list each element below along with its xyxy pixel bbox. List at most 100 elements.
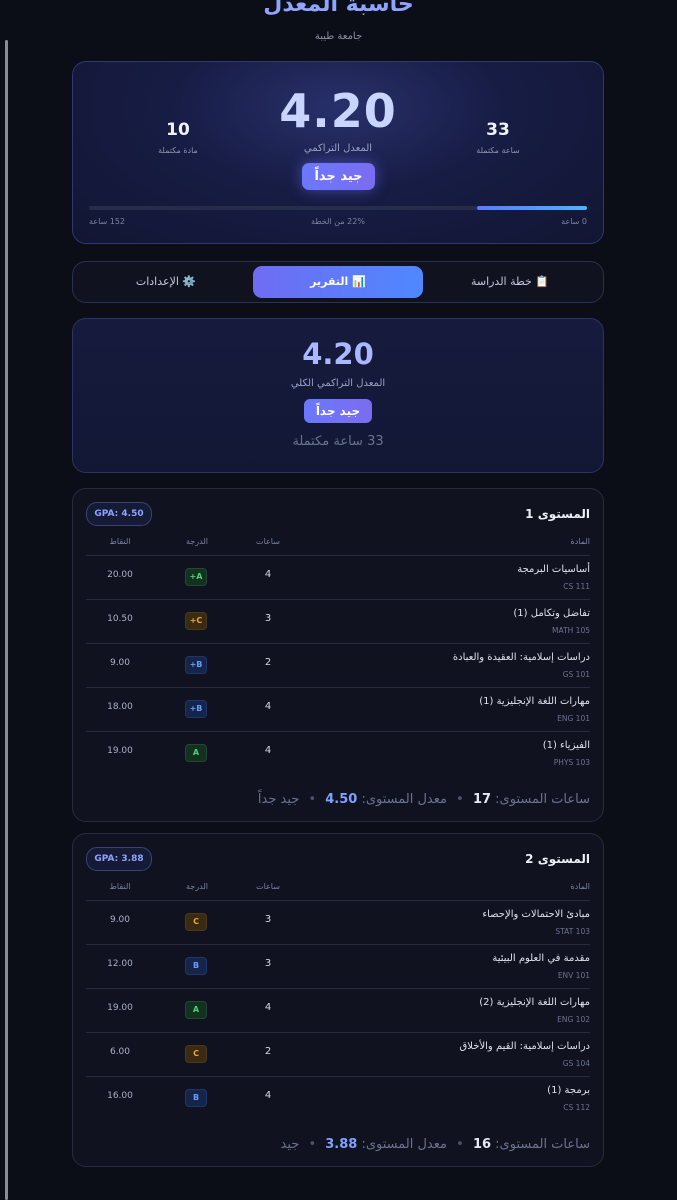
course-name: دراسات إسلامية: القيم والأخلاق [459,1041,590,1052]
course-hours: 4 [264,1002,272,1013]
table-row[interactable]: دراسات إسلامية: العقيدة والعبادة GS 101 … [86,643,590,688]
level-rating: جيد [280,1137,300,1152]
level-hours-value: 16 [472,1137,492,1152]
cumulative-gpa-value: 4.20 [279,84,397,138]
course-points: 16.00 [107,1091,133,1101]
progress-labels: 0 ساعة 22% من الخطة 152 ساعة [89,217,587,229]
table-row[interactable]: الفيزياء (1) PHYS 103 4 A 19.00 [86,731,590,775]
table-row[interactable]: مهارات اللغة الإنجليزية (1) ENG 101 4 B+… [86,687,590,732]
level-hours-value: 17 [472,792,492,807]
level-2-card: المستوى 2 GPA: 3.88 المادة ساعات الدرجة … [72,833,604,1167]
course-code: MATH 105 [552,626,590,635]
table-row[interactable]: برمجة (1) CS 112 4 B 16.00 [86,1076,590,1120]
grade-badge: B [185,957,207,975]
course-code: GS 104 [562,1059,590,1068]
grade-badge: B+ [185,656,207,674]
level-1-card: المستوى 1 GPA: 4.50 المادة ساعات الدرجة … [72,488,604,822]
level-footer: ساعات المستوى: 16 • معدل المستوى: 3.88 •… [86,1137,591,1152]
level-gpa-label: معدل المستوى: [361,1137,447,1152]
header-hours: ساعات [256,882,280,891]
table-row[interactable]: مقدمة في العلوم البيئية ENV 101 3 B 12.0… [86,944,590,989]
course-points: 12.00 [107,959,133,969]
grade-badge: C [185,913,207,931]
course-code: CS 111 [563,582,590,591]
header-grade: الدرجة [186,882,208,891]
course-hours: 2 [264,1046,272,1057]
course-hours: 4 [264,1090,272,1101]
header-points: النقاط [109,882,131,891]
course-hours: 2 [264,657,272,668]
course-hours: 4 [264,745,272,756]
course-name: برمجة (1) [547,1085,590,1096]
table-row[interactable]: مبادئ الاحتمالات والإحصاء STAT 103 3 C 9… [86,900,590,945]
level-hours-label: ساعات المستوى: [495,792,590,807]
course-points: 9.00 [109,915,131,925]
progress-end-label: 152 ساعة [89,217,126,226]
table-header: المادة ساعات الدرجة النقاط [86,533,590,556]
course-code: STAT 103 [555,927,590,936]
course-code: ENG 102 [557,1015,590,1024]
table-row[interactable]: مهارات اللغة الإنجليزية (2) ENG 102 4 A … [86,988,590,1033]
course-name: دراسات إسلامية: العقيدة والعبادة [452,652,590,663]
course-code: CS 112 [563,1103,590,1112]
plan-progress-fill [477,206,587,210]
course-points: 6.00 [109,1047,131,1057]
course-name: مهارات اللغة الإنجليزية (1) [479,696,590,707]
grade-badge: C+ [185,612,207,630]
course-points: 9.00 [109,658,131,668]
report-summary-card: 4.20 المعدل التراكمي الكلي جيد جداً 33 س… [72,318,604,473]
grade-badge: B [185,1089,207,1107]
course-code: GS 101 [562,670,590,679]
course-hours: 4 [264,701,272,712]
gpa-rating-badge: جيد جداً [302,163,375,190]
level-gpa-label: معدل المستوى: [361,792,447,807]
course-hours: 3 [264,613,272,624]
total-gpa-label: المعدل التراكمي الكلي [290,378,386,389]
separator-dot: • [456,792,464,807]
separator-dot: • [308,1137,317,1152]
level-hours-label: ساعات المستوى: [495,1137,590,1152]
course-code: ENV 101 [557,971,590,980]
total-hours-text: 33 ساعة مكتملة [292,434,384,449]
separator-dot: • [456,1137,464,1152]
total-rating-badge: جيد جداً [304,399,372,423]
cumulative-gpa-label: المعدل التراكمي [303,143,373,154]
tab-settings[interactable]: ⚙️ الإعدادات [81,266,251,298]
table-row[interactable]: دراسات إسلامية: القيم والأخلاق GS 104 2 … [86,1032,590,1077]
table-row[interactable]: أساسيات البرمجة CS 111 4 A+ 20.00 [86,555,590,600]
course-name: مهارات اللغة الإنجليزية (2) [479,997,590,1008]
gpa-hero-card: 33 ساعة مكتملة 10 مادة مكتملة 4.20 المعد… [72,61,604,244]
scrollbar-thumb[interactable] [5,40,8,1200]
grade-badge: C [185,1045,207,1063]
course-name: الفيزياء (1) [542,740,590,751]
course-points: 20.00 [107,570,133,580]
grade-badge: A+ [185,568,207,586]
level-gpa-value: 4.50 [325,792,358,807]
course-code: PHYS 103 [553,758,590,767]
tab-study-plan[interactable]: 📋 خطة الدراسة [425,266,595,298]
grade-badge: A [185,744,207,762]
header-course: المادة [570,882,590,891]
progress-percent-label: 22% من الخطة [311,217,365,226]
course-code: ENG 101 [557,714,590,723]
course-name: مبادئ الاحتمالات والإحصاء [482,909,590,920]
grade-badge: B+ [185,700,207,718]
level-gpa-badge: GPA: 4.50 [86,502,152,526]
separator-dot: • [308,792,317,807]
table-header: المادة ساعات الدرجة النقاط [86,878,590,901]
course-points: 19.00 [107,746,133,756]
table-row[interactable]: تفاضل وتكامل (1) MATH 105 3 C+ 10.50 [86,599,590,644]
course-name: أساسيات البرمجة [517,564,590,575]
level-title: المستوى 1 [525,507,590,521]
main-tabs: 📋 خطة الدراسة 📊 التقرير ⚙️ الإعدادات [72,261,604,303]
level-gpa-badge: GPA: 3.88 [86,847,152,871]
course-points: 10.50 [107,614,133,624]
grade-badge: A [185,1001,207,1019]
level-title: المستوى 2 [525,852,590,866]
tab-report[interactable]: 📊 التقرير [253,266,423,298]
course-points: 19.00 [107,1003,133,1013]
university-name: جامعة طيبة [314,31,363,42]
header-course: المادة [570,537,590,546]
course-points: 18.00 [107,702,133,712]
course-hours: 3 [264,958,272,969]
